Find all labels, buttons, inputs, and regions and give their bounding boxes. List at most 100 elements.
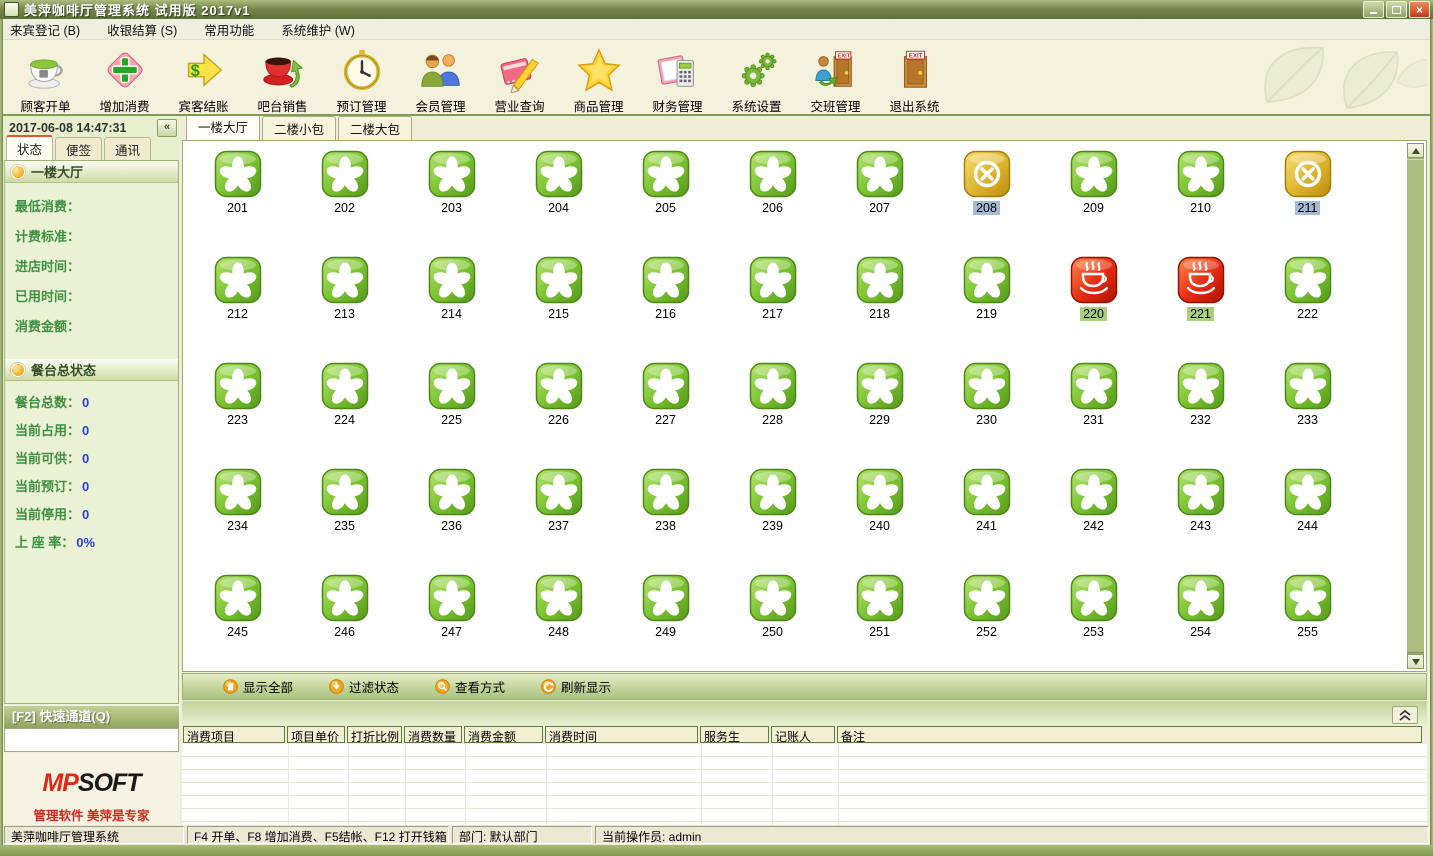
table-cell[interactable]: 229 — [826, 354, 933, 460]
table-cell[interactable]: 208 — [933, 142, 1040, 248]
member-button[interactable]: 会员管理 — [401, 40, 480, 115]
table-cell[interactable]: 202 — [291, 142, 398, 248]
scroll-down-arrow[interactable] — [1407, 654, 1424, 669]
shift-button[interactable]: EXIT 交班管理 — [796, 40, 875, 115]
sidebar-tab-status[interactable]: 状态 — [6, 135, 54, 160]
table-cell[interactable]: 254 — [1147, 566, 1254, 672]
table-cell[interactable]: 225 — [398, 354, 505, 460]
table-cell[interactable]: 236 — [398, 460, 505, 566]
tab-floor2-small[interactable]: 二楼小包 — [262, 116, 337, 140]
table-cell[interactable]: 231 — [1040, 354, 1147, 460]
table-cell[interactable]: 206 — [719, 142, 826, 248]
tab-floor1-hall[interactable]: 一楼大厅 — [186, 114, 261, 140]
table-cell[interactable]: 212 — [184, 248, 291, 354]
table-cell[interactable]: 239 — [719, 460, 826, 566]
table-cell[interactable]: 238 — [612, 460, 719, 566]
column-header[interactable]: 服务生 — [700, 726, 769, 743]
column-header[interactable]: 备注 — [837, 726, 1422, 743]
table-cell[interactable]: 246 — [291, 566, 398, 672]
table-cell[interactable]: 217 — [719, 248, 826, 354]
table-cell[interactable]: 247 — [398, 566, 505, 672]
filter-state-button[interactable]: 过滤状态 — [329, 677, 399, 696]
table-cell[interactable]: 227 — [612, 354, 719, 460]
exit-button[interactable]: EXIT 退出系统 — [875, 40, 954, 115]
table-cell[interactable]: 226 — [505, 354, 612, 460]
table-cell[interactable]: 207 — [826, 142, 933, 248]
table-cell[interactable]: 211 — [1254, 142, 1361, 248]
table-cell[interactable]: 249 — [612, 566, 719, 672]
table-cell[interactable]: 253 — [1040, 566, 1147, 672]
table-cell[interactable]: 237 — [505, 460, 612, 566]
view-mode-button[interactable]: 查看方式 — [435, 677, 505, 696]
table-cell[interactable]: 220 — [1040, 248, 1147, 354]
table-cell[interactable]: 201 — [184, 142, 291, 248]
table-cell[interactable]: 209 — [1040, 142, 1147, 248]
maximize-button[interactable] — [1386, 1, 1407, 18]
tab-floor2-large[interactable]: 二楼大包 — [338, 116, 413, 140]
table-cell[interactable]: 228 — [719, 354, 826, 460]
table-cell[interactable]: 223 — [184, 354, 291, 460]
column-header[interactable]: 消费金额 — [464, 726, 543, 743]
column-header[interactable]: 打折比例 — [347, 726, 402, 743]
open-bill-button[interactable]: 顾客开单 — [6, 40, 85, 115]
settings-button[interactable]: 系统设置 — [717, 40, 796, 115]
column-header[interactable]: 记账人 — [771, 726, 835, 743]
menu-system-maintain[interactable]: 系统维护 (W) — [281, 20, 355, 39]
table-cell[interactable]: 244 — [1254, 460, 1361, 566]
table-cell[interactable]: 203 — [398, 142, 505, 248]
table-cell[interactable]: 213 — [291, 248, 398, 354]
minimize-button[interactable] — [1363, 1, 1384, 18]
column-header[interactable]: 项目单价 — [287, 726, 345, 743]
table-cell[interactable]: 230 — [933, 354, 1040, 460]
table-cell[interactable]: 218 — [826, 248, 933, 354]
show-all-button[interactable]: 显示全部 — [223, 677, 293, 696]
close-button[interactable]: × — [1409, 1, 1430, 18]
column-header[interactable]: 消费时间 — [545, 726, 698, 743]
column-header[interactable]: 消费数量 — [404, 726, 462, 743]
add-consumption-button[interactable]: 增加消费 — [85, 40, 164, 115]
table-cell[interactable]: 235 — [291, 460, 398, 566]
reservation-button[interactable]: 预订管理 — [322, 40, 401, 115]
refresh-button[interactable]: 刷新显示 — [541, 677, 611, 696]
business-query-button[interactable]: 营业查询 — [480, 40, 559, 115]
column-header[interactable]: 消费项目 — [183, 726, 285, 743]
table-cell[interactable]: 204 — [505, 142, 612, 248]
quick-channel-input[interactable] — [4, 728, 179, 752]
table-cell[interactable]: 205 — [612, 142, 719, 248]
sidebar-collapse-button[interactable]: « — [157, 119, 177, 137]
table-cell[interactable]: 241 — [933, 460, 1040, 566]
table-cell[interactable]: 224 — [291, 354, 398, 460]
table-cell[interactable]: 242 — [1040, 460, 1147, 566]
menu-cashier-settle[interactable]: 收银结算 (S) — [107, 20, 177, 39]
table-cell[interactable]: 245 — [184, 566, 291, 672]
table-cell[interactable]: 233 — [1254, 354, 1361, 460]
scroll-thumb[interactable] — [1407, 159, 1424, 653]
table-cell[interactable]: 221 — [1147, 248, 1254, 354]
menu-common-functions[interactable]: 常用功能 — [204, 20, 254, 39]
table-cell[interactable]: 243 — [1147, 460, 1254, 566]
table-cell[interactable]: 219 — [933, 248, 1040, 354]
table-cell[interactable]: 214 — [398, 248, 505, 354]
table-cell[interactable]: 232 — [1147, 354, 1254, 460]
goods-button[interactable]: 商品管理 — [559, 40, 638, 115]
finance-button[interactable]: 财务管理 — [638, 40, 717, 115]
table-cell[interactable]: 248 — [505, 566, 612, 672]
table-cell[interactable]: 250 — [719, 566, 826, 672]
scroll-up-arrow[interactable] — [1407, 143, 1424, 158]
table-cell[interactable]: 210 — [1147, 142, 1254, 248]
table-cell[interactable]: 251 — [826, 566, 933, 672]
sidebar-tab-comms[interactable]: 通讯 — [104, 137, 152, 160]
bar-sale-button[interactable]: 吧台销售 — [243, 40, 322, 115]
table-cell[interactable]: 252 — [933, 566, 1040, 672]
table-cell[interactable]: 216 — [612, 248, 719, 354]
panel-collapse-button[interactable] — [1392, 706, 1418, 724]
table-cell[interactable]: 215 — [505, 248, 612, 354]
menu-guest-register[interactable]: 来宾登记 (B) — [10, 20, 80, 39]
grid-scrollbar[interactable] — [1407, 143, 1424, 669]
table-cell[interactable]: 240 — [826, 460, 933, 566]
sidebar-tab-notes[interactable]: 便签 — [55, 137, 103, 160]
table-cell[interactable]: 222 — [1254, 248, 1361, 354]
table-cell[interactable]: 234 — [184, 460, 291, 566]
guest-checkout-button[interactable]: $ 宾客结账 — [164, 40, 243, 115]
table-cell[interactable]: 255 — [1254, 566, 1361, 672]
